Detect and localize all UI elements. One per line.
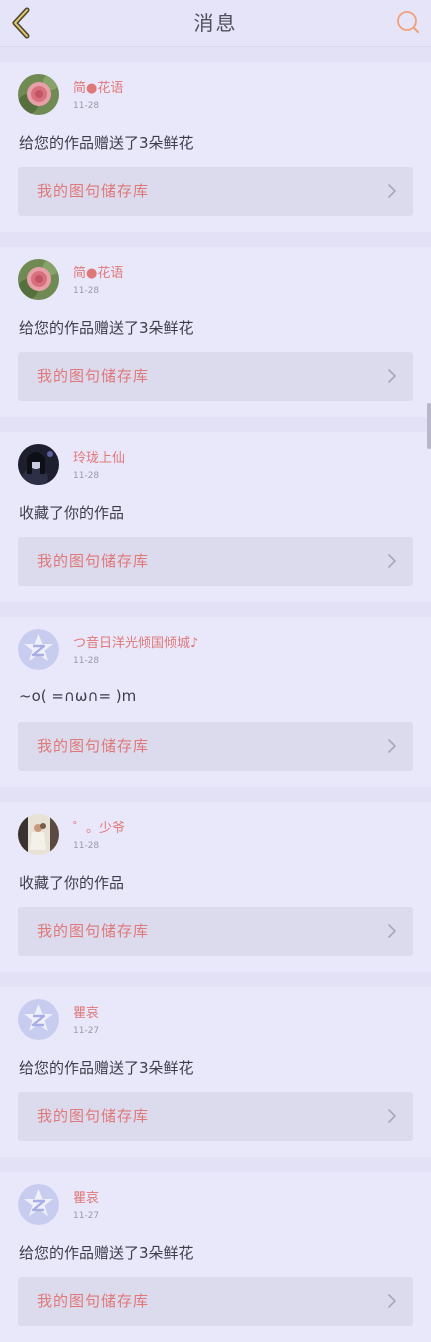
default-avatar-image bbox=[18, 999, 59, 1040]
sender-name[interactable]: 瞿哀 bbox=[73, 1002, 99, 1021]
default-avatar-image bbox=[18, 629, 59, 670]
linked-collection-label: 我的图句储存库 bbox=[37, 737, 150, 755]
message-item[interactable]: 瞿哀 11-27 给您的作品赠送了3朵鲜花我的图句储存库 bbox=[0, 1172, 431, 1342]
message-date: 11-28 bbox=[73, 101, 100, 111]
message-date: 11-28 bbox=[73, 656, 100, 666]
message-text: 给您的作品赠送了3朵鲜花 bbox=[19, 319, 194, 337]
message-text: 给您的作品赠送了3朵鲜花 bbox=[19, 1244, 194, 1262]
message-item[interactable]: 玲珑上仙 11-28 收藏了你的作品我的图句储存库 bbox=[0, 432, 431, 602]
linked-collection-label: 我的图句储存库 bbox=[37, 1107, 150, 1125]
message-list: 简●花语 11-28 给您的作品赠送了3朵鲜花 我的图句储存库 简●花语 11-28 给您的… bbox=[0, 62, 431, 1342]
top-bar: 消息 bbox=[0, 0, 431, 47]
avatar[interactable] bbox=[18, 444, 59, 485]
chevron-right-icon bbox=[388, 924, 396, 938]
scrollbar[interactable] bbox=[427, 403, 431, 449]
sender-name[interactable]: 瞿哀 bbox=[73, 1187, 99, 1206]
linked-collection-button[interactable]: 我的图句储存库 bbox=[18, 1277, 413, 1326]
avatar[interactable] bbox=[18, 74, 59, 115]
message-item[interactable]: ゜。少爷 11-28 收藏了你的作品我的图句储存库 bbox=[0, 802, 431, 972]
chevron-right-icon bbox=[388, 554, 396, 568]
chevron-right-icon bbox=[388, 1294, 396, 1308]
message-item[interactable]: 简●花语 11-28 给您的作品赠送了3朵鲜花我的图句储存库 bbox=[0, 247, 431, 417]
sender-name[interactable]: ゜。少爷 bbox=[73, 817, 125, 836]
avatar[interactable] bbox=[18, 629, 59, 670]
linked-collection-button[interactable]: 我的图句储存库 bbox=[18, 907, 413, 956]
linked-collection-label: 我的图句储存库 bbox=[37, 367, 150, 385]
sender-name[interactable]: 玲珑上仙 bbox=[73, 447, 125, 466]
photo-avatar-image bbox=[18, 814, 59, 855]
avatar[interactable] bbox=[18, 999, 59, 1040]
portrait-avatar-image bbox=[18, 444, 59, 485]
linked-collection-label: 我的图句储存库 bbox=[37, 922, 150, 940]
flower-avatar-image bbox=[18, 74, 59, 115]
message-date: 11-28 bbox=[73, 841, 100, 851]
message-date: 11-28 bbox=[73, 471, 100, 481]
linked-collection-label: 我的图句储存库 bbox=[37, 1292, 150, 1310]
message-text: 收藏了你的作品 bbox=[19, 504, 125, 522]
linked-collection-label: 我的图句储存库 bbox=[37, 552, 150, 570]
page-title: 消息 bbox=[193, 11, 238, 35]
sender-name[interactable]: 简●花语 bbox=[73, 77, 123, 96]
message-date: 11-27 bbox=[73, 1026, 100, 1036]
message-date: 11-27 bbox=[73, 1211, 100, 1221]
message-item[interactable]: 简●花语 11-28 给您的作品赠送了3朵鲜花我的图句储存库 bbox=[0, 62, 431, 232]
flower-avatar-image bbox=[18, 259, 59, 300]
message-text: 收藏了你的作品 bbox=[19, 874, 125, 892]
message-date: 11-28 bbox=[73, 286, 100, 296]
message-item[interactable]: つ音日洋光倾国倾城♪ 11-28 ~o( =∩ω∩= )m 我的图句储存库 bbox=[0, 617, 431, 787]
linked-collection-button[interactable]: 我的图句储存库 bbox=[18, 537, 413, 586]
search-icon bbox=[397, 11, 419, 33]
chevron-right-icon bbox=[388, 369, 396, 383]
avatar[interactable] bbox=[18, 259, 59, 300]
default-avatar-image bbox=[18, 1184, 59, 1225]
linked-collection-button[interactable]: 我的图句储存库 bbox=[18, 352, 413, 401]
chevron-right-icon bbox=[388, 184, 396, 198]
sender-name[interactable]: 简●花语 bbox=[73, 262, 123, 281]
avatar[interactable] bbox=[18, 1184, 59, 1225]
linked-collection-button[interactable]: 我的图句储存库 bbox=[18, 1092, 413, 1141]
chevron-right-icon bbox=[388, 1109, 396, 1123]
linked-collection-button[interactable]: 我的图句储存库 bbox=[18, 167, 413, 216]
linked-collection-label: 我的图句储存库 bbox=[37, 182, 150, 200]
sender-name[interactable]: つ音日洋光倾国倾城♪ bbox=[73, 632, 198, 651]
message-text: 给您的作品赠送了3朵鲜花 bbox=[19, 134, 194, 152]
message-text: 给您的作品赠送了3朵鲜花 bbox=[19, 1059, 194, 1077]
chevron-right-icon bbox=[388, 739, 396, 753]
linked-collection-button[interactable]: 我的图句储存库 bbox=[18, 722, 413, 771]
message-item[interactable]: 瞿哀 11-27 给您的作品赠送了3朵鲜花我的图句储存库 bbox=[0, 987, 431, 1157]
message-text: ~o( =∩ω∩= )m bbox=[19, 687, 137, 705]
search-button[interactable] bbox=[395, 9, 421, 35]
avatar[interactable] bbox=[18, 814, 59, 855]
